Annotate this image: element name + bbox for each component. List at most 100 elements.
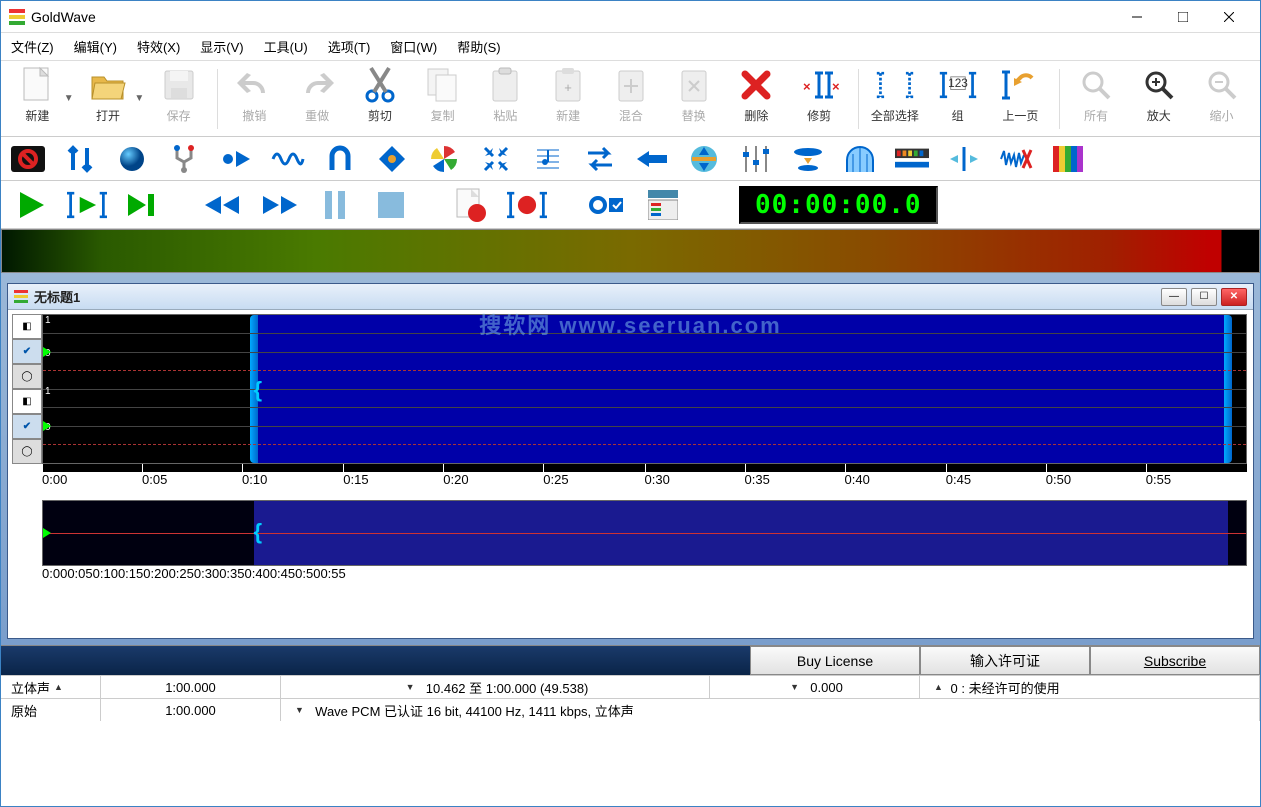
menu-help[interactable]: 帮助(S) [457,37,500,56]
menu-file[interactable]: 文件(Z) [11,37,54,56]
rewind-button[interactable] [203,186,243,224]
effects-toolbar [1,137,1260,181]
ch2-solo-icon[interactable]: ◯ [12,439,42,464]
record-selection-button[interactable] [507,186,547,224]
forward-button[interactable] [259,186,299,224]
cut-button[interactable]: 剪切 [350,65,411,133]
level-meter [1,229,1260,273]
replace-button[interactable]: 替换 [663,65,724,133]
fx-pinwheel-icon[interactable] [427,142,461,176]
enter-license-button[interactable]: 输入许可证 [920,646,1090,675]
prev-page-button[interactable]: 上一页 [990,65,1051,133]
subscribe-button[interactable]: Subscribe [1090,646,1260,675]
doc-maximize-button[interactable]: ☐ [1191,288,1217,306]
open-dropdown-icon[interactable]: ▼ [134,93,144,104]
play-to-end-button[interactable] [123,186,163,224]
overview-start-handle[interactable]: { [254,519,263,545]
window-minimize-button[interactable] [1114,2,1160,32]
fx-swap-icon[interactable] [63,142,97,176]
loop-toggle-button[interactable] [587,186,627,224]
play-cursor-icon [43,347,51,357]
main-toolbar: 新建 ▼ 打开 ▼ 保存 撤销 重做 剪切 复制 粘贴 +新建 混合 替换 删除… [1,61,1260,137]
fx-disable-icon[interactable] [11,142,45,176]
mix-button[interactable]: 混合 [601,65,662,133]
menu-window[interactable]: 窗口(W) [390,37,437,56]
record-new-button[interactable] [451,186,491,224]
status-bar-1: 立体声▲ 1:00.000 ▼ 10.462 至 1:00.000 (49.53… [1,675,1260,698]
zoom-out-button[interactable]: 缩小 [1191,65,1252,133]
zoom-in-button[interactable]: 放大 [1128,65,1189,133]
ch1-box-icon[interactable]: ◧ [12,314,42,339]
fx-rainbow-icon[interactable] [1051,142,1085,176]
doc-close-button[interactable]: ✕ [1221,288,1247,306]
fx-diamond-icon[interactable] [375,142,409,176]
fx-eq-icon[interactable] [739,142,773,176]
undo-button[interactable]: 撤销 [224,65,285,133]
menu-edit[interactable]: 编辑(Y) [74,37,117,56]
menu-view[interactable]: 显示(V) [200,37,243,56]
ch2-enable-checkbox[interactable] [12,414,42,439]
ch1-enable-checkbox[interactable] [12,339,42,364]
copy-button[interactable]: 复制 [412,65,473,133]
fx-arrow-left-icon[interactable] [635,142,669,176]
document-window: 无标题1 — ☐ ✕ 搜软网 www.seeruan.com ◧ ◯ ◧ ◯ [7,283,1254,639]
fx-notes-icon[interactable] [531,142,565,176]
scale-label: 1 [45,386,51,397]
timecode-display: 00:00:00.0 [739,186,938,224]
fx-horseshoe-icon[interactable] [323,142,357,176]
svg-text:×: × [832,79,839,94]
save-button[interactable]: 保存 [148,65,209,133]
fx-compress-icon[interactable] [791,142,825,176]
window-close-button[interactable] [1206,2,1252,32]
open-button[interactable]: 打开 [78,65,139,133]
fx-play-node-icon[interactable] [219,142,253,176]
group-button[interactable]: 123组 [927,65,988,133]
new-button[interactable]: 新建 [7,65,68,133]
fx-center-icon[interactable] [947,142,981,176]
waveform-main[interactable]: ◧ ◯ ◧ ◯ 1 0 [12,314,1247,464]
fx-shrink-icon[interactable] [479,142,513,176]
fx-sphere-icon[interactable] [115,142,149,176]
overview-ruler[interactable]: 0:00 0:05 0:10 0:15 0:20 0:25 0:30 0:35 … [42,566,1247,584]
overview-panel[interactable]: { [42,500,1247,566]
scale-label: 1 [45,315,51,326]
stop-button[interactable] [371,186,411,224]
menu-options[interactable]: 选项(T) [328,37,371,56]
fx-spectrum-icon[interactable] [895,142,929,176]
play-selection-button[interactable] [67,186,107,224]
time-ruler[interactable]: 0:00 0:05 0:10 0:15 0:20 0:25 0:30 0:35 … [42,464,1247,492]
pause-button[interactable] [315,186,355,224]
zoom-all-button[interactable]: 所有 [1066,65,1127,133]
document-titlebar[interactable]: 无标题1 — ☐ ✕ [8,284,1253,310]
selection-start-handle[interactable]: { [254,377,263,403]
overview-canvas[interactable]: { [42,500,1247,566]
select-all-button[interactable]: 全部选择 [864,65,925,133]
redo-button[interactable]: 重做 [287,65,348,133]
fx-fork-icon[interactable] [167,142,201,176]
doc-minimize-button[interactable]: — [1161,288,1187,306]
waveform-canvas[interactable]: 1 0 1 0 { [42,314,1247,464]
ch2-box-icon[interactable]: ◧ [12,389,42,414]
document-title: 无标题1 [34,287,1161,306]
selection-label: 10.462 至 1:00.000 (49.538) [426,678,589,697]
fx-pan-icon[interactable] [687,142,721,176]
fx-exchange-icon[interactable] [583,142,617,176]
new-dropdown-icon[interactable]: ▼ [64,93,74,104]
play-cursor-icon [43,421,51,431]
properties-button[interactable] [643,186,683,224]
buy-license-button[interactable]: Buy License [750,646,920,675]
fx-wave-icon[interactable] [271,142,305,176]
status-bar-2: 原始 1:00.000 ▼ Wave PCM 已认证 16 bit, 44100… [1,698,1260,721]
fx-window-icon[interactable] [843,142,877,176]
delete-button[interactable]: 删除 [726,65,787,133]
doc-logo-icon [14,290,28,304]
play-button[interactable] [11,186,51,224]
menu-effects[interactable]: 特效(X) [137,37,180,56]
menu-tools[interactable]: 工具(U) [264,37,308,56]
window-maximize-button[interactable] [1160,2,1206,32]
fx-noise-icon[interactable] [999,142,1033,176]
paste-button[interactable]: 粘贴 [475,65,536,133]
ch1-solo-icon[interactable]: ◯ [12,364,42,389]
trim-button[interactable]: ××修剪 [789,65,850,133]
paste-new-button[interactable]: +新建 [538,65,599,133]
